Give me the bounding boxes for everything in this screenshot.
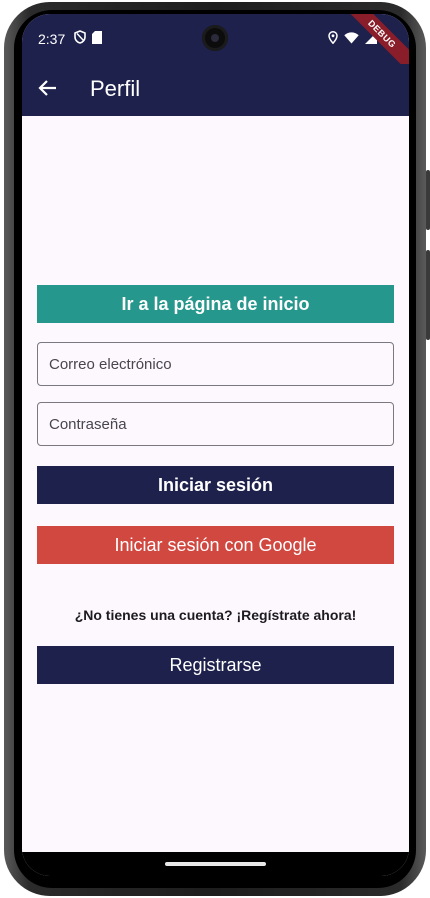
email-field <box>37 342 394 386</box>
arrow-back-icon <box>38 78 58 103</box>
gesture-nav-bar <box>22 852 409 876</box>
status-time: 2:37 <box>38 31 66 47</box>
location-icon <box>328 30 338 49</box>
power-button <box>426 170 430 230</box>
screen: 2:37 DEBUG Perfil Ir a la página de inic… <box>22 14 409 876</box>
signup-prompt: ¿No tienes una cuenta? ¡Regístrate ahora… <box>74 607 357 623</box>
app-bar: Perfil <box>22 64 409 116</box>
status-bar: 2:37 DEBUG <box>22 14 409 79</box>
sd-card-icon <box>92 30 102 49</box>
page-title: Perfil <box>90 76 141 101</box>
password-input[interactable] <box>38 403 393 445</box>
front-camera <box>202 25 228 51</box>
home-button[interactable]: Ir a la página de inicio <box>37 285 394 323</box>
volume-button <box>426 250 430 340</box>
google-login-button[interactable]: Iniciar sesión con Google <box>37 526 394 564</box>
wifi-icon <box>344 31 359 49</box>
back-button[interactable] <box>32 74 64 106</box>
home-gesture-handle[interactable] <box>165 862 266 866</box>
status-left-icons <box>74 30 102 49</box>
password-field <box>37 402 394 446</box>
shield-icon <box>74 30 86 49</box>
device: 2:37 DEBUG Perfil Ir a la página de inic… <box>0 0 430 898</box>
login-button[interactable]: Iniciar sesión <box>37 466 394 504</box>
register-button[interactable]: Registrarse <box>37 646 394 684</box>
email-input[interactable] <box>38 343 393 385</box>
profile-content: Ir a la página de inicio Iniciar sesión … <box>22 116 409 852</box>
